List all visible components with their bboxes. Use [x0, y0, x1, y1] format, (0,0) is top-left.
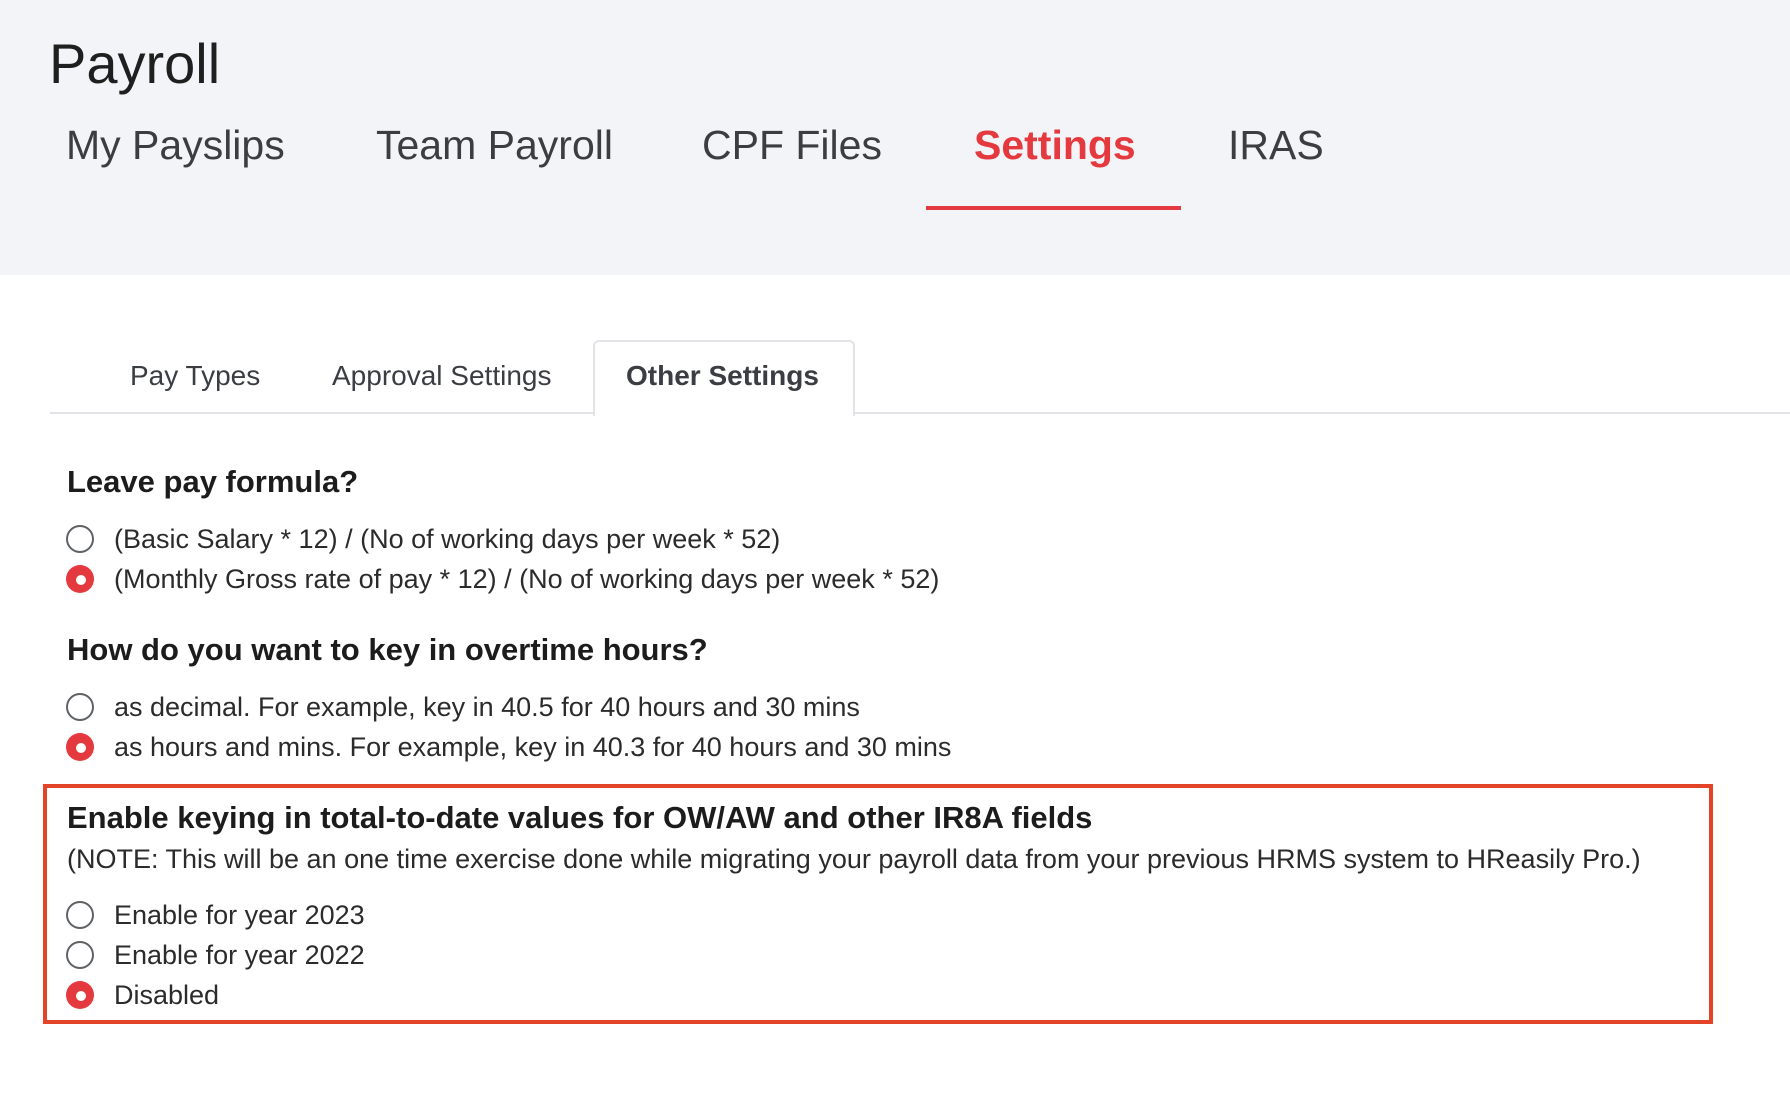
- subtabs-divider: [50, 412, 1790, 414]
- migration-note: (NOTE: This will be an one time exercise…: [67, 844, 1641, 874]
- tab-my-payslips[interactable]: My Payslips: [66, 125, 285, 166]
- leave-pay-option-basic-salary[interactable]: (Basic Salary * 12) / (No of working day…: [66, 522, 780, 556]
- subtab-approval-settings[interactable]: Approval Settings: [332, 362, 551, 390]
- radio-unchecked[interactable]: [66, 901, 94, 929]
- radio-checked[interactable]: [66, 733, 94, 761]
- page-header: Payroll My Payslips Team Payroll CPF Fil…: [0, 0, 1790, 275]
- total-to-date-option-2022[interactable]: Enable for year 2022: [66, 938, 365, 972]
- overtime-option-hours-mins[interactable]: as hours and mins. For example, key in 4…: [66, 730, 951, 764]
- subtab-other-settings[interactable]: Other Settings: [626, 362, 819, 390]
- radio-unchecked[interactable]: [66, 693, 94, 721]
- leave-pay-option-monthly-gross[interactable]: (Monthly Gross rate of pay * 12) / (No o…: [66, 562, 939, 596]
- option-label: (Monthly Gross rate of pay * 12) / (No o…: [114, 563, 940, 594]
- option-label: as hours and mins. For example, key in 4…: [114, 731, 952, 762]
- option-label: (Basic Salary * 12) / (No of working day…: [114, 523, 781, 554]
- radio-checked[interactable]: [66, 981, 94, 1009]
- tab-settings[interactable]: Settings: [974, 125, 1136, 166]
- option-label: Enable for year 2023: [114, 899, 365, 930]
- subtab-pay-types[interactable]: Pay Types: [130, 362, 260, 390]
- option-label: as decimal. For example, key in 40.5 for…: [114, 691, 860, 722]
- tab-team-payroll[interactable]: Team Payroll: [376, 125, 613, 166]
- page-title: Payroll: [49, 32, 221, 95]
- total-to-date-heading: Enable keying in total-to-date values fo…: [67, 800, 1093, 835]
- active-tab-indicator: [926, 206, 1181, 210]
- overtime-option-decimal[interactable]: as decimal. For example, key in 40.5 for…: [66, 690, 860, 724]
- radio-checked[interactable]: [66, 565, 94, 593]
- leave-pay-formula-heading: Leave pay formula?: [67, 464, 359, 499]
- radio-unchecked[interactable]: [66, 941, 94, 969]
- total-to-date-option-2023[interactable]: Enable for year 2023: [66, 898, 365, 932]
- overtime-hours-heading: How do you want to key in overtime hours…: [67, 632, 708, 667]
- option-label: Disabled: [114, 979, 220, 1010]
- option-label: Enable for year 2022: [114, 939, 365, 970]
- tab-iras[interactable]: IRAS: [1228, 125, 1324, 166]
- total-to-date-option-disabled[interactable]: Disabled: [66, 978, 219, 1012]
- radio-unchecked[interactable]: [66, 525, 94, 553]
- tab-cpf-files[interactable]: CPF Files: [702, 125, 882, 166]
